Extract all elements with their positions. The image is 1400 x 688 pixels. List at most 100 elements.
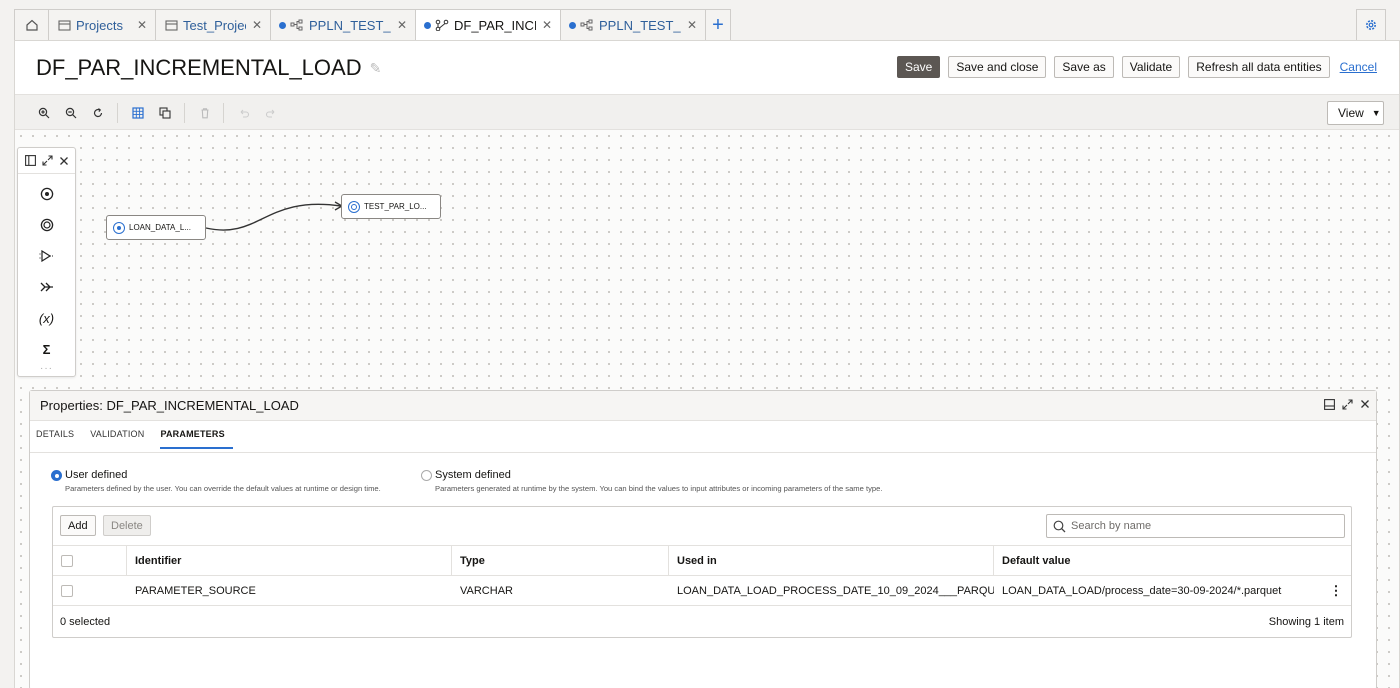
refresh-data-entities-button[interactable]: Refresh all data entities [1188, 56, 1330, 78]
tab-label: PPLN_TEST_P... [599, 17, 681, 33]
close-icon[interactable]: ✕ [397, 18, 407, 32]
dataflow-canvas[interactable]: (x) Σ ··· LOAN_DATA_L... TEST_PAR_LO... … [15, 130, 1399, 688]
save-button[interactable]: Save [896, 56, 941, 78]
row-checkbox[interactable] [61, 584, 73, 597]
add-button[interactable]: Add [60, 515, 96, 536]
user-defined-label: User defined [65, 469, 128, 481]
table-footer: 0 selected Showing 1 item [53, 605, 1351, 637]
zoom-in-icon [38, 107, 50, 119]
system-defined-option[interactable]: System defined Parameters generated at r… [421, 469, 882, 493]
view-dropdown[interactable]: View ▼ [1327, 101, 1384, 125]
pipeline-icon [290, 18, 304, 32]
table-header: Identifier Type Used in Default value [53, 545, 1351, 575]
cell-type: VARCHAR [460, 584, 513, 597]
tab-pipeline-1[interactable]: PPLN_TEST_P... ✕ [270, 9, 415, 41]
reset-icon [93, 108, 103, 118]
copy-button[interactable] [156, 104, 174, 122]
column-header-type[interactable]: Type [452, 546, 669, 575]
properties-title: Properties: DF_PAR_INCREMENTAL_LOAD [40, 398, 299, 413]
undo-button[interactable] [235, 104, 253, 122]
edit-pencil-icon[interactable]: ✎ [370, 60, 382, 77]
table-row[interactable]: PARAMETER_SOURCE VARCHAR LOAN_DATA_LOAD_… [53, 575, 1351, 605]
reset-zoom-button[interactable] [89, 104, 107, 122]
user-defined-description: Parameters defined by the user. You can … [65, 484, 381, 493]
radio-unselected-icon[interactable] [421, 470, 432, 481]
column-header-used-in[interactable]: Used in [669, 546, 994, 575]
properties-panel: Properties: DF_PAR_INCREMENTAL_LOAD DETA… [29, 390, 1377, 688]
delete-button[interactable]: Delete [103, 515, 151, 536]
source-node-label: LOAN_DATA_L... [129, 223, 191, 232]
search-field[interactable] [1046, 514, 1345, 538]
tab-dataflow[interactable]: DF_PAR_INCR... ✕ [415, 9, 560, 41]
expression-icon[interactable]: (x) [18, 306, 75, 330]
gear-icon [1366, 20, 1376, 30]
tab-details[interactable]: DETAILS [36, 429, 82, 449]
source-node[interactable]: LOAN_DATA_L... [106, 215, 206, 240]
new-tab-button[interactable]: + [705, 9, 731, 41]
zoom-out-button[interactable] [62, 104, 80, 122]
minimize-panel-icon[interactable] [1324, 399, 1335, 410]
expand-icon[interactable] [1342, 399, 1353, 410]
target-operator-icon [348, 200, 360, 213]
tab-test-project[interactable]: Test_Project ✕ [155, 9, 270, 41]
dataflow-icon [435, 18, 449, 32]
cell-default-value: LOAN_DATA_LOAD/process_date=30-09-2024/*… [1002, 584, 1282, 597]
close-icon[interactable]: ✕ [542, 18, 552, 32]
selected-count: 0 selected [60, 615, 111, 628]
home-icon [25, 19, 38, 31]
target-node-label: TEST_PAR_LO... [364, 202, 427, 211]
source-operator-icon [113, 221, 125, 234]
trash-icon [201, 108, 209, 119]
tab-parameters[interactable]: PARAMETERS [160, 429, 233, 449]
plus-icon: + [712, 13, 724, 36]
header-actions: Save Save and close Save as Validate Ref… [896, 56, 1377, 78]
select-all-cell [53, 546, 127, 575]
column-header-identifier[interactable]: Identifier [127, 546, 452, 575]
join-icon[interactable] [18, 275, 75, 299]
tab-bar: Projects ✕ Test_Project ✕ PPLN_TEST_P...… [14, 9, 1400, 41]
close-icon[interactable]: ✕ [252, 18, 262, 32]
grid-icon [132, 107, 144, 119]
system-defined-description: Parameters generated at runtime by the s… [435, 484, 883, 493]
zoom-in-button[interactable] [35, 104, 53, 122]
showing-count: Showing 1 item [1268, 615, 1344, 628]
search-input[interactable] [1071, 520, 1321, 532]
close-icon[interactable]: ✕ [137, 18, 147, 32]
properties-tabs: DETAILS VALIDATION PARAMETERS [36, 429, 241, 449]
select-all-checkbox[interactable] [61, 554, 73, 567]
validate-button[interactable]: Validate [1121, 56, 1181, 78]
settings-button[interactable] [1356, 9, 1386, 41]
toolbar-separator [223, 103, 224, 123]
row-actions-menu-icon[interactable]: ⋮ [1321, 576, 1351, 605]
tab-projects[interactable]: Projects ✕ [48, 9, 155, 41]
save-as-button[interactable]: Save as [1054, 56, 1114, 78]
resize-grip-icon[interactable]: ··· [40, 363, 53, 374]
radio-selected-icon[interactable] [51, 470, 62, 481]
canvas-toolbar: View ▼ [15, 94, 1399, 130]
home-tab[interactable] [14, 9, 48, 41]
column-header-default-value[interactable]: Default value [994, 546, 1351, 575]
target-node[interactable]: TEST_PAR_LO... [341, 194, 441, 219]
close-icon[interactable] [1360, 399, 1370, 409]
tab-label: DF_PAR_INCR... [454, 17, 536, 33]
search-icon [1053, 520, 1066, 532]
aggregate-icon[interactable]: Σ [18, 337, 75, 361]
grid-toggle-button[interactable] [129, 104, 147, 122]
close-icon[interactable]: ✕ [687, 18, 697, 32]
save-and-close-button[interactable]: Save and close [948, 56, 1047, 78]
unsaved-dot [424, 21, 431, 29]
connector-link [205, 201, 344, 231]
delete-button[interactable] [196, 104, 214, 122]
projects-icon [164, 18, 178, 32]
unsaved-dot [279, 21, 286, 29]
zoom-out-icon [65, 107, 77, 119]
unsaved-dot [569, 21, 576, 29]
redo-button[interactable] [262, 104, 280, 122]
tab-label: Projects [76, 17, 123, 33]
copy-icon [159, 107, 171, 119]
tab-pipeline-2[interactable]: PPLN_TEST_P... ✕ [560, 9, 705, 41]
view-label: View [1338, 106, 1364, 120]
tab-validation[interactable]: VALIDATION [90, 429, 152, 449]
user-defined-option[interactable]: User defined Parameters defined by the u… [51, 469, 381, 493]
cancel-link[interactable]: Cancel [1340, 60, 1377, 74]
